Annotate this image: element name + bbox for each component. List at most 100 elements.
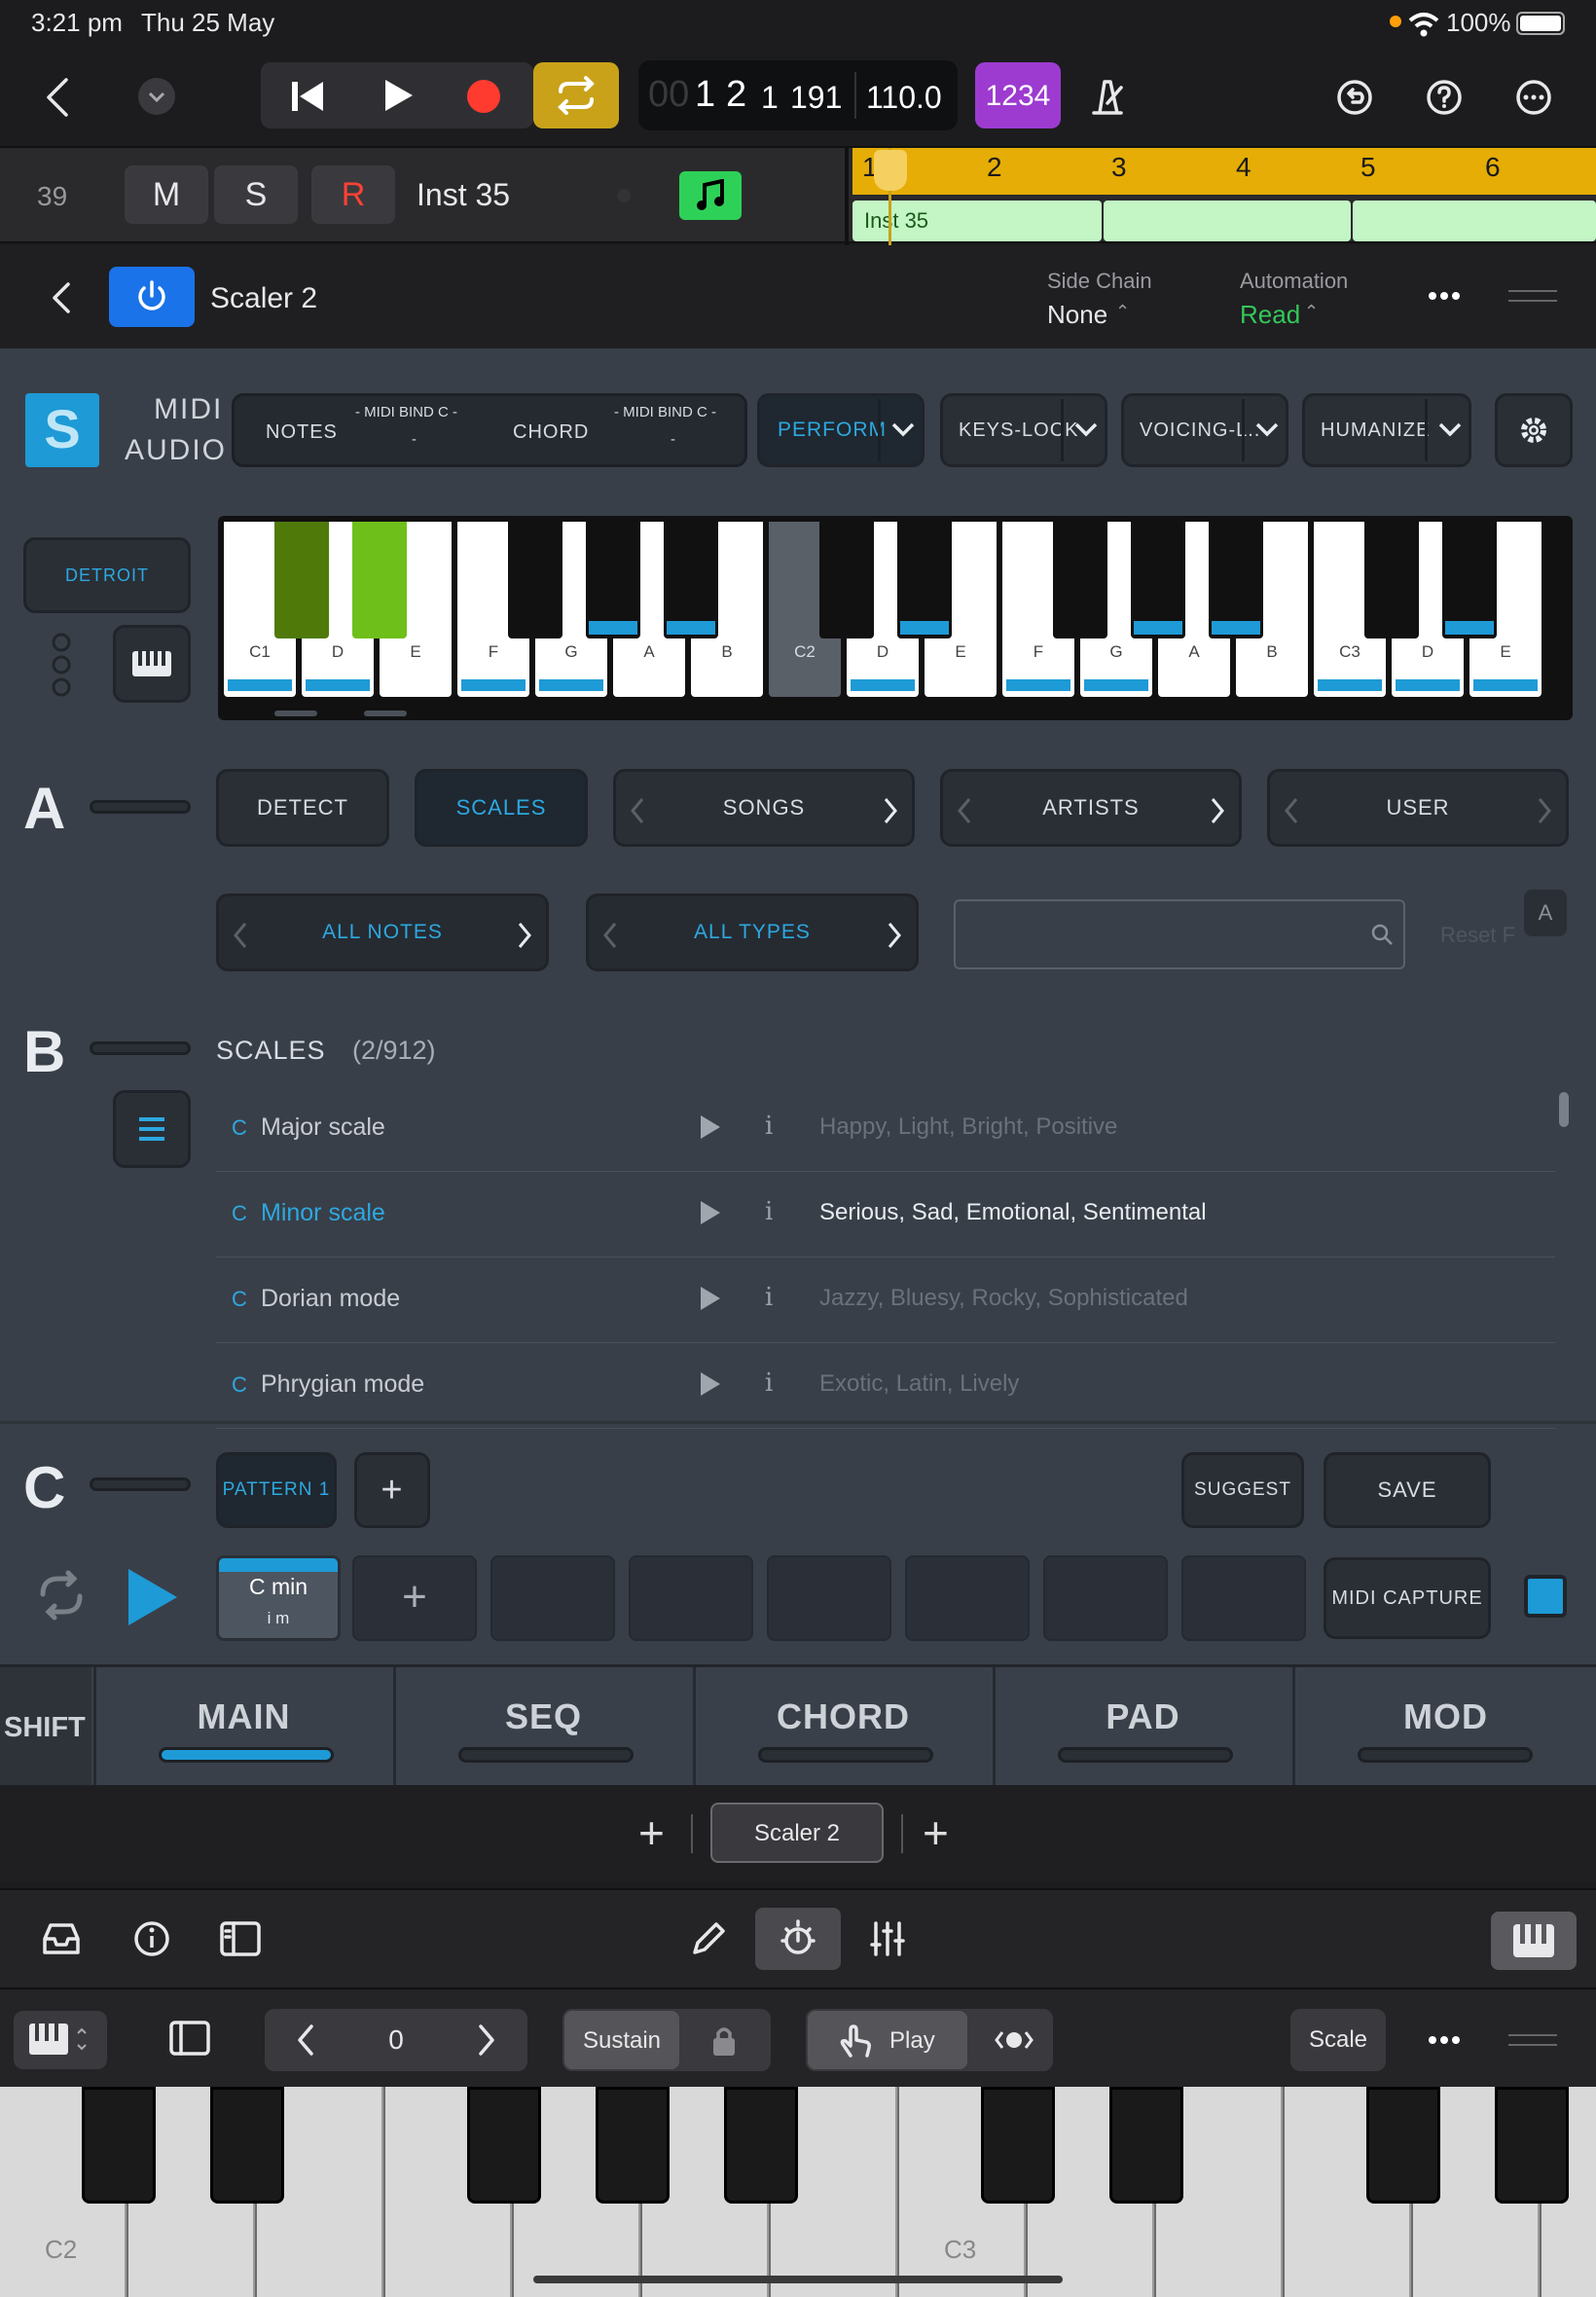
reset-filter-button[interactable]: Reset F (1440, 923, 1515, 948)
chord-slot-empty[interactable] (1181, 1555, 1306, 1641)
scale-row[interactable]: C Dorian mode i Jazzy, Bluesy, Rocky, Sophi… (216, 1258, 1555, 1343)
chevron-right-icon[interactable] (1537, 797, 1552, 824)
notes-label[interactable]: NOTES (266, 421, 338, 444)
tab-mod[interactable]: MOD (1292, 1667, 1596, 1788)
list-menu-button[interactable] (113, 1090, 191, 1168)
chord-slot-empty[interactable] (1043, 1555, 1168, 1641)
chord-slot-empty[interactable] (767, 1555, 891, 1641)
preview-play-icon[interactable] (699, 1113, 722, 1141)
chevron-left-icon[interactable] (233, 922, 248, 949)
count-in-button[interactable]: 1234 (975, 62, 1061, 128)
midi-region-3[interactable] (1353, 201, 1596, 241)
metronome-icon[interactable] (1088, 78, 1127, 117)
timeline-ruler[interactable]: 1 2 3 4 5 6 (852, 148, 1596, 195)
black-key[interactable] (82, 2087, 156, 2204)
add-plugin-right-button[interactable]: + (923, 1806, 949, 1859)
notes-bind[interactable]: - MIDI BIND C - (355, 404, 457, 420)
tab-chord[interactable]: CHORD (693, 1667, 991, 1788)
sustain-button[interactable]: Sustain (564, 2011, 679, 2069)
drag-handle-icon[interactable] (1508, 290, 1557, 302)
black-key[interactable] (1109, 2087, 1183, 2204)
scaler-black-key[interactable] (1209, 522, 1263, 638)
pattern-1-button[interactable]: PATTERN 1 (216, 1452, 337, 1528)
scale-row[interactable]: C Phrygian mode i Exotic, Latin, Lively (216, 1343, 1555, 1429)
plugin-slot[interactable]: Scaler 2 (710, 1803, 884, 1863)
more-icon[interactable] (1514, 78, 1553, 117)
chevron-right-icon[interactable] (887, 922, 902, 949)
chevron-right-icon[interactable] (883, 797, 898, 824)
help-icon[interactable] (1425, 78, 1464, 117)
octave-up-icon[interactable] (475, 2024, 498, 2056)
info-icon[interactable]: i (765, 1112, 773, 1141)
scales-button[interactable]: SCALES (415, 769, 588, 847)
section-b-toggle[interactable] (90, 1041, 191, 1055)
chord-slot-empty[interactable] (905, 1555, 1030, 1641)
back-icon[interactable] (39, 76, 78, 119)
search-input[interactable] (954, 899, 1405, 969)
instrument-icon[interactable] (679, 171, 742, 220)
humanize-dropdown[interactable] (1425, 399, 1469, 461)
scaler-black-key[interactable] (586, 522, 640, 638)
midi-region-2[interactable] (1104, 201, 1351, 241)
chord-slot-empty[interactable] (490, 1555, 615, 1641)
add-chord-slot[interactable]: + (352, 1555, 477, 1641)
keyboard-toggle-button[interactable] (1491, 1912, 1577, 1970)
keyboard-view-button[interactable] (113, 625, 191, 703)
onscreen-keyboard[interactable] (0, 2087, 1596, 2297)
info-icon[interactable]: i (765, 1197, 773, 1226)
capture-toggle[interactable] (1524, 1575, 1567, 1618)
list-scrollbar[interactable] (1559, 1092, 1569, 1127)
play-mode-button[interactable]: Play (808, 2011, 967, 2069)
black-key[interactable] (1495, 2087, 1569, 2204)
all-notes-selector[interactable]: ALL NOTES (216, 893, 549, 971)
a-badge[interactable]: A (1524, 890, 1567, 936)
section-c-toggle[interactable] (90, 1477, 191, 1491)
undo-icon[interactable] (1335, 78, 1374, 117)
solo-button[interactable]: S (214, 165, 298, 224)
arpeggiator-icon[interactable] (995, 2026, 1034, 2054)
scale-button[interactable]: Scale (1290, 2009, 1386, 2071)
all-types-selector[interactable]: ALL TYPES (586, 893, 919, 971)
ellipsis-icon[interactable] (1427, 2032, 1462, 2048)
play-icon[interactable] (381, 78, 415, 113)
playhead-handle[interactable] (874, 150, 907, 191)
scaler-keyboard[interactable]: C1 D E F G A B C2 D E F G A B C3 D E (218, 516, 1573, 720)
scaler-black-key[interactable] (1442, 522, 1497, 638)
automation-value[interactable]: Read (1240, 300, 1300, 330)
tab-main[interactable]: MAIN (93, 1667, 391, 1788)
tab-pad[interactable]: PAD (993, 1667, 1290, 1788)
detect-button[interactable]: DETECT (216, 769, 389, 847)
settings-button[interactable] (1495, 393, 1573, 467)
mixer-icon[interactable] (868, 1919, 907, 1958)
chevron-left-icon[interactable] (957, 797, 972, 824)
back-chevron-icon[interactable] (47, 280, 76, 315)
lock-icon[interactable] (710, 2024, 738, 2058)
plugin-view-button[interactable] (755, 1908, 841, 1970)
scaler-black-key[interactable] (897, 522, 952, 638)
perform-dropdown[interactable] (878, 399, 923, 461)
keys-lock-dropdown[interactable] (1061, 399, 1106, 461)
scale-row[interactable]: C Minor scale i Serious, Sad, Emotional, Se… (216, 1172, 1555, 1258)
preview-play-icon[interactable] (699, 1199, 722, 1226)
play-pattern-icon[interactable] (125, 1567, 179, 1627)
scaler-black-key[interactable] (1131, 522, 1185, 638)
loop-pattern-icon[interactable] (33, 1567, 90, 1623)
preview-play-icon[interactable] (699, 1285, 722, 1312)
scaler-black-key[interactable] (1364, 522, 1419, 638)
lcd-display[interactable]: 00 1 2 1 191 110.0 (638, 60, 958, 130)
rewind-icon[interactable] (290, 80, 325, 113)
black-key[interactable] (596, 2087, 670, 2204)
black-key[interactable] (981, 2087, 1055, 2204)
chord-slot-1[interactable]: C min i m (216, 1555, 341, 1641)
chevron-left-icon[interactable] (630, 797, 645, 824)
options-dots-icon[interactable] (49, 633, 74, 697)
midi-label[interactable]: MIDI (154, 393, 223, 426)
side-chain-value[interactable]: None (1047, 300, 1107, 330)
add-plugin-left-button[interactable]: + (638, 1806, 665, 1859)
midi-capture-button[interactable]: MIDI CAPTURE (1324, 1557, 1491, 1639)
record-icon[interactable] (467, 80, 500, 113)
info-icon[interactable]: i (765, 1283, 773, 1312)
chevron-right-icon[interactable] (517, 922, 532, 949)
chevron-left-icon[interactable] (1284, 797, 1299, 824)
ellipsis-icon[interactable] (1427, 286, 1462, 306)
